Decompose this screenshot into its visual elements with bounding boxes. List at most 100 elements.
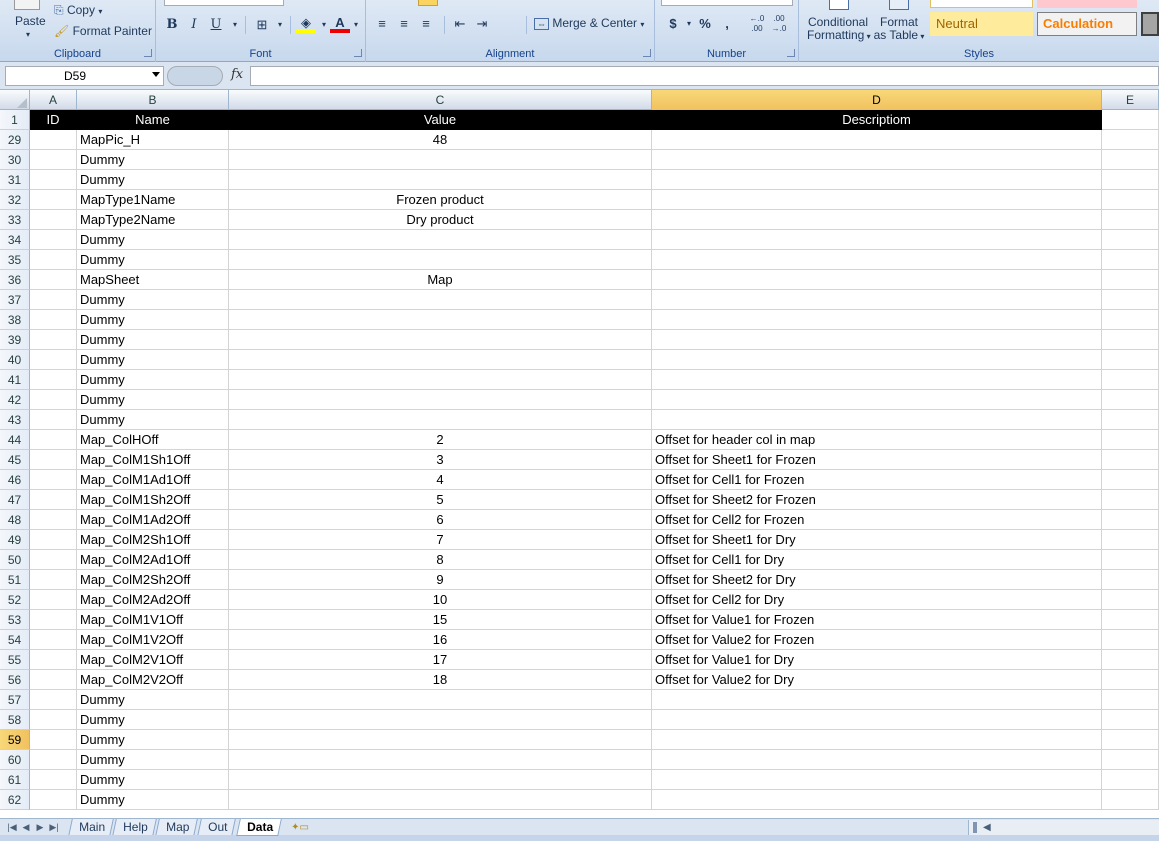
cell-id[interactable]: [30, 650, 77, 670]
cell-name[interactable]: Map_ColM1Ad1Off: [77, 470, 229, 490]
cell-description[interactable]: [652, 410, 1102, 430]
cell-e[interactable]: [1102, 350, 1159, 370]
cell-value[interactable]: [229, 350, 652, 370]
cell-value[interactable]: [229, 390, 652, 410]
cell-id[interactable]: [30, 510, 77, 530]
cell-value[interactable]: 5: [229, 490, 652, 510]
cell-id[interactable]: [30, 430, 77, 450]
cell-name[interactable]: Dummy: [77, 410, 229, 430]
row-header[interactable]: 58: [0, 710, 30, 730]
first-sheet-icon[interactable]: |◀: [6, 821, 18, 833]
cell-value[interactable]: 18: [229, 670, 652, 690]
row-header[interactable]: 44: [0, 430, 30, 450]
cell-e[interactable]: [1102, 750, 1159, 770]
cell-value[interactable]: 4: [229, 470, 652, 490]
row-header[interactable]: 46: [0, 470, 30, 490]
row-header[interactable]: 57: [0, 690, 30, 710]
cell-description[interactable]: Offset for Value2 for Dry: [652, 670, 1102, 690]
cell-value[interactable]: 15: [229, 610, 652, 630]
increase-decimal-button[interactable]: ←.0.00: [747, 14, 767, 34]
cell-description[interactable]: Offset for header col in map: [652, 430, 1102, 450]
cell-value[interactable]: Frozen product: [229, 190, 652, 210]
horizontal-scrollbar[interactable]: ◀: [968, 820, 1159, 835]
cell-description[interactable]: Offset for Value2 for Frozen: [652, 630, 1102, 650]
cell-description[interactable]: Offset for Value1 for Frozen: [652, 610, 1102, 630]
wrap-text-button[interactable]: [418, 0, 438, 6]
cell-e[interactable]: [1102, 310, 1159, 330]
cell-id[interactable]: [30, 750, 77, 770]
cell-description[interactable]: [652, 230, 1102, 250]
cell-name[interactable]: Dummy: [77, 350, 229, 370]
cell-id[interactable]: [30, 350, 77, 370]
cell-value[interactable]: [229, 730, 652, 750]
header-cell-name[interactable]: Name: [77, 110, 229, 130]
cell-description[interactable]: [652, 390, 1102, 410]
cell-value[interactable]: 6: [229, 510, 652, 530]
row-header[interactable]: 60: [0, 750, 30, 770]
cell-e[interactable]: [1102, 190, 1159, 210]
cell-description[interactable]: [652, 290, 1102, 310]
cell-id[interactable]: [30, 190, 77, 210]
cell-e[interactable]: [1102, 290, 1159, 310]
cell-name[interactable]: Map_ColM2Sh1Off: [77, 530, 229, 550]
cell-id[interactable]: [30, 330, 77, 350]
cell-description[interactable]: Offset for Cell1 for Frozen: [652, 470, 1102, 490]
row-header[interactable]: 50: [0, 550, 30, 570]
cell-e[interactable]: [1102, 710, 1159, 730]
cell-e[interactable]: [1102, 650, 1159, 670]
cell-e[interactable]: [1102, 150, 1159, 170]
row-header[interactable]: 40: [0, 350, 30, 370]
row-header[interactable]: 61: [0, 770, 30, 790]
cell-name[interactable]: Dummy: [77, 730, 229, 750]
cell-value[interactable]: 48: [229, 130, 652, 150]
header-cell-id[interactable]: ID: [30, 110, 77, 130]
cell-name[interactable]: Map_ColM1Sh1Off: [77, 450, 229, 470]
cell-name[interactable]: Dummy: [77, 750, 229, 770]
cell-value[interactable]: Dry product: [229, 210, 652, 230]
row-header[interactable]: 41: [0, 370, 30, 390]
borders-icon[interactable]: ⊞: [252, 15, 272, 35]
borders-dropdown-icon[interactable]: ▾: [270, 15, 290, 35]
cell-name[interactable]: Dummy: [77, 690, 229, 710]
tab-out[interactable]: Out: [197, 819, 237, 836]
row-header[interactable]: 33: [0, 210, 30, 230]
cell-id[interactable]: [30, 690, 77, 710]
cell-name[interactable]: Map_ColM1V2Off: [77, 630, 229, 650]
font-color-dropdown-icon[interactable]: ▾: [346, 15, 366, 35]
cell-value[interactable]: [229, 230, 652, 250]
cell-id[interactable]: [30, 390, 77, 410]
column-header-b[interactable]: B: [77, 90, 229, 110]
cell-e[interactable]: [1102, 790, 1159, 810]
cell-name[interactable]: Dummy: [77, 310, 229, 330]
cell-description[interactable]: [652, 690, 1102, 710]
cell-description[interactable]: [652, 130, 1102, 150]
row-header[interactable]: 48: [0, 510, 30, 530]
cell-id[interactable]: [30, 670, 77, 690]
cell-id[interactable]: [30, 590, 77, 610]
cell-name[interactable]: Map_ColM2Sh2Off: [77, 570, 229, 590]
align-center-icon[interactable]: ≡: [394, 14, 414, 34]
cell-name[interactable]: Dummy: [77, 370, 229, 390]
decrease-decimal-button[interactable]: .00 →.0: [769, 14, 789, 34]
cell-e[interactable]: [1102, 170, 1159, 190]
cell-name[interactable]: MapSheet: [77, 270, 229, 290]
cell-id[interactable]: [30, 490, 77, 510]
cell-e[interactable]: [1102, 270, 1159, 290]
row-header[interactable]: 59: [0, 730, 30, 750]
cell-value[interactable]: [229, 410, 652, 430]
cell-description[interactable]: Offset for Cell2 for Dry: [652, 590, 1102, 610]
align-right-icon[interactable]: ≡: [416, 14, 436, 34]
style-neutral-cell[interactable]: Neutral: [930, 12, 1033, 36]
cell-description[interactable]: Offset for Cell2 for Frozen: [652, 510, 1102, 530]
name-box-dropdown-icon[interactable]: [152, 72, 160, 77]
cell-name[interactable]: MapType1Name: [77, 190, 229, 210]
cell-id[interactable]: [30, 170, 77, 190]
cell-e[interactable]: [1102, 390, 1159, 410]
cell-id[interactable]: [30, 270, 77, 290]
cell-e[interactable]: [1102, 770, 1159, 790]
fill-color-icon[interactable]: ◈: [296, 13, 316, 33]
cell-e[interactable]: [1102, 670, 1159, 690]
cell-value[interactable]: [229, 150, 652, 170]
cell-e[interactable]: [1102, 730, 1159, 750]
row-header[interactable]: 53: [0, 610, 30, 630]
